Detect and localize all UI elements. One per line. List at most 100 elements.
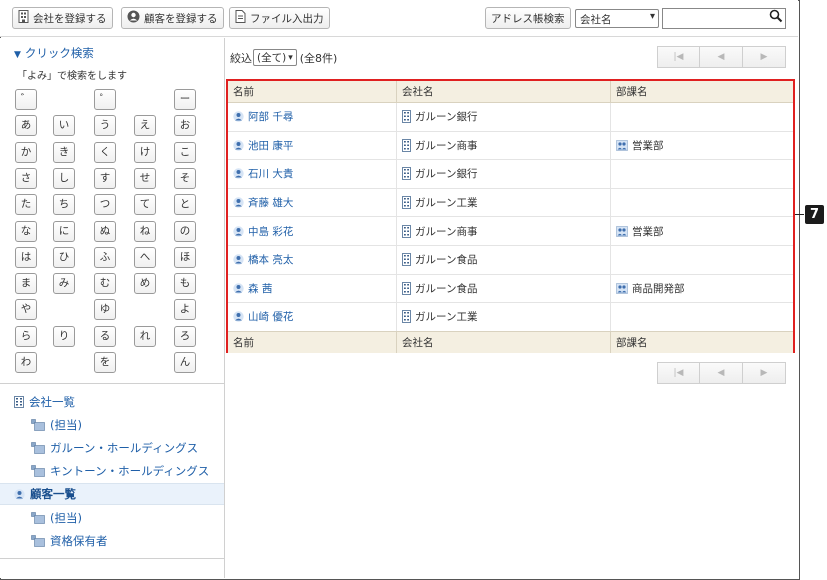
column-header-name[interactable]: 名前: [228, 81, 396, 102]
customer-name-link[interactable]: 橋本 亮太: [248, 252, 293, 267]
filter-select[interactable]: (全て) ▾: [253, 49, 297, 66]
kana-button[interactable]: う: [94, 115, 116, 137]
first-page-icon: |◀: [673, 368, 684, 378]
kana-button[interactable]: み: [53, 273, 75, 295]
kana-button[interactable]: に: [53, 220, 75, 242]
kana-button[interactable]: つ: [94, 194, 116, 216]
kana-button[interactable]: な: [15, 220, 37, 242]
record-count: (全8件): [299, 51, 338, 65]
kana-button[interactable]: も: [174, 273, 196, 295]
folder-icon: [31, 535, 45, 547]
kana-button[interactable]: ろ: [174, 325, 196, 347]
kana-button[interactable]: け: [134, 141, 156, 163]
search-icon[interactable]: [769, 9, 783, 27]
kana-button[interactable]: し: [53, 167, 75, 189]
register-customer-label: 顧客を登録する: [144, 12, 218, 25]
click-search-toggle[interactable]: ▼ クリック検索: [14, 45, 94, 61]
kana-button[interactable]: ら: [15, 325, 37, 347]
first-page-button[interactable]: |◀: [657, 362, 700, 384]
tree-company-group1[interactable]: ガルーン・ホールディングス: [0, 437, 224, 459]
tree-customer-list[interactable]: 顧客一覧: [0, 483, 224, 505]
kana-button[interactable]: そ: [174, 167, 196, 189]
cell-name: 山崎 優花: [228, 303, 396, 331]
kana-button[interactable]: お: [174, 115, 196, 137]
prev-page-button[interactable]: ◀: [700, 362, 743, 384]
kana-button[interactable]: る: [94, 325, 116, 347]
kana-button[interactable]: か: [15, 141, 37, 163]
kana-button[interactable]: せ: [134, 167, 156, 189]
company-name: ガルーン商事: [415, 225, 478, 238]
cell-dept: 営業部: [610, 131, 793, 160]
cell-dept: [610, 188, 793, 217]
search-field-select[interactable]: 会社名 ▾: [575, 9, 659, 28]
customer-name-link[interactable]: 山崎 優花: [248, 309, 293, 324]
kana-button[interactable]: ほ: [174, 246, 196, 268]
column-header-company[interactable]: 会社名: [396, 81, 610, 102]
kana-button[interactable]: さ: [15, 167, 37, 189]
customer-name-link[interactable]: 斉藤 雄大: [248, 195, 293, 210]
kana-button[interactable]: め: [134, 273, 156, 295]
kana-button[interactable]: こ: [174, 141, 196, 163]
tree-company-list[interactable]: 会社一覧: [0, 391, 224, 413]
kana-button[interactable]: ね: [134, 220, 156, 242]
customer-name-link[interactable]: 中島 彩花: [248, 224, 293, 239]
first-page-button[interactable]: |◀: [657, 46, 700, 68]
kana-button[interactable]: ぬ: [94, 220, 116, 242]
kana-button[interactable]: ん: [174, 352, 196, 373]
register-customer-button[interactable]: 顧客を登録する: [121, 7, 224, 29]
tree-customer-assigned[interactable]: (担当): [0, 507, 224, 529]
kana-button[interactable]: す: [94, 167, 116, 189]
kana-button[interactable]: く: [94, 141, 116, 163]
filter-bar: 絞込 (全て) ▾ (全8件): [230, 49, 337, 66]
kana-button[interactable]: の: [174, 220, 196, 242]
column-header-dept[interactable]: 部課名: [610, 81, 793, 102]
prev-page-button[interactable]: ◀: [700, 46, 743, 68]
kana-button[interactable]: り: [53, 325, 75, 347]
kana-button[interactable]: ち: [53, 194, 75, 216]
kana-button[interactable]: ゛: [15, 89, 37, 110]
search-input[interactable]: [662, 8, 786, 29]
kana-button[interactable]: わ: [15, 352, 37, 373]
kana-button[interactable]: よ: [174, 299, 196, 321]
tree-company-assigned[interactable]: (担当): [0, 414, 224, 436]
kana-button[interactable]: て: [134, 194, 156, 216]
kana-button[interactable]: む: [94, 273, 116, 295]
kana-button[interactable]: や: [15, 299, 37, 321]
table-footer: 名前 会社名 部課名: [228, 331, 793, 353]
kana-button[interactable]: を: [94, 352, 116, 373]
folder-icon: [31, 465, 45, 477]
kana-button[interactable]: き: [53, 141, 75, 163]
kana-button[interactable]: ふ: [94, 246, 116, 268]
folder-icon: [31, 419, 45, 431]
kana-button[interactable]: れ: [134, 325, 156, 347]
tree-company-group2[interactable]: キントーン・ホールディングス: [0, 460, 224, 482]
address-search-button[interactable]: アドレス帳検索: [485, 7, 571, 29]
customer-name-link[interactable]: 阿部 千尋: [248, 109, 293, 124]
kana-button[interactable]: ま: [15, 273, 37, 295]
kana-button[interactable]: え: [134, 115, 156, 137]
kana-button[interactable]: ゆ: [94, 299, 116, 321]
kana-button[interactable]: と: [174, 194, 196, 216]
kana-button[interactable]: ー: [174, 89, 196, 110]
kana-button[interactable]: た: [15, 194, 37, 216]
kana-button[interactable]: ゜: [94, 89, 116, 110]
kana-button[interactable]: い: [53, 115, 75, 137]
file-io-button[interactable]: ファイル入出力: [229, 7, 330, 29]
person-icon: [14, 488, 25, 500]
tree-company-assigned-label: (担当): [50, 418, 82, 432]
tree-customer-group1[interactable]: 資格保有者: [0, 530, 224, 552]
kana-button[interactable]: は: [15, 246, 37, 268]
kana-button[interactable]: ひ: [53, 246, 75, 268]
cell-dept: 商品開発部: [610, 274, 793, 303]
register-company-button[interactable]: 会社を登録する: [12, 7, 113, 29]
folder-icon: [31, 512, 45, 524]
customer-name-link[interactable]: 石川 大貴: [248, 166, 293, 181]
next-page-button[interactable]: ▶: [743, 362, 786, 384]
customer-name-link[interactable]: 池田 康平: [248, 138, 293, 153]
kana-button[interactable]: あ: [15, 115, 37, 137]
customer-name-link[interactable]: 森 茜: [248, 281, 272, 296]
cell-name: 阿部 千尋: [228, 103, 396, 131]
next-page-button[interactable]: ▶: [743, 46, 786, 68]
document-icon: [235, 10, 246, 26]
kana-button[interactable]: へ: [134, 246, 156, 268]
